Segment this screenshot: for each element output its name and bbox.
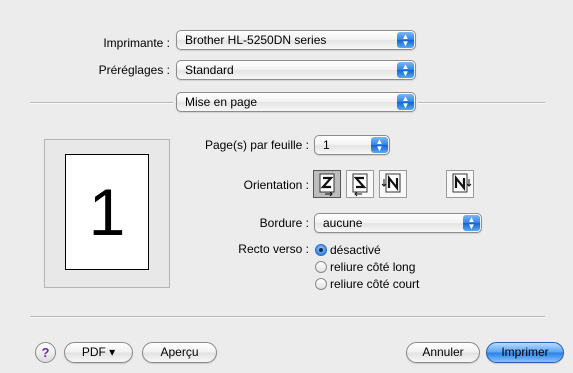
duplex-option-long-edge[interactable]: reliure côté long — [315, 260, 415, 276]
border-value: aucune — [323, 216, 363, 230]
print-button[interactable]: Imprimer — [486, 342, 564, 363]
help-button[interactable]: ? — [35, 342, 56, 363]
page-preview: 1 — [44, 139, 170, 288]
duplex-option-label: reliure côté court — [330, 277, 420, 291]
pages-per-sheet-popup[interactable]: 1 ▲ ▼ — [314, 135, 390, 155]
radio-icon[interactable] — [315, 261, 327, 273]
popup-arrows-icon: ▲ ▼ — [397, 94, 414, 110]
duplex-option-short-edge[interactable]: reliure côté court — [315, 277, 419, 293]
popup-arrows-icon: ▲ ▼ — [397, 32, 414, 48]
popup-arrows-icon: ▲ ▼ — [371, 137, 388, 153]
presets-popup[interactable]: Standard ▲ ▼ — [176, 60, 416, 80]
presets-value: Standard — [185, 63, 234, 77]
pages-per-sheet-label: Page(s) par feuille : — [204, 138, 309, 152]
popup-arrows-icon: ▲ ▼ — [463, 215, 480, 231]
radio-selected-icon[interactable] — [315, 244, 327, 256]
cancel-button[interactable]: Annuler — [406, 342, 480, 363]
orientation-n-bottom-top[interactable] — [446, 170, 474, 198]
preview-page: 1 — [65, 154, 149, 270]
layout-s-icon — [352, 173, 368, 197]
layout-z-icon — [319, 173, 335, 197]
orientation-label: Orientation : — [243, 178, 309, 192]
layout-n-icon — [452, 173, 472, 193]
printer-value: Brother HL-5250DN series — [185, 33, 327, 47]
separator-right — [418, 102, 545, 104]
printer-popup[interactable]: Brother HL-5250DN series ▲ ▼ — [176, 30, 416, 50]
orientation-n-top-bottom[interactable] — [379, 170, 407, 198]
separator-bottom — [30, 316, 545, 318]
section-value: Mise en page — [185, 95, 258, 109]
duplex-option-label: désactivé — [330, 243, 381, 257]
popup-arrows-icon: ▲ ▼ — [397, 62, 414, 78]
duplex-label: Recto verso : — [238, 242, 309, 256]
separator-left — [30, 102, 173, 104]
pdf-button[interactable]: PDF ▾ — [64, 342, 133, 363]
border-popup[interactable]: aucune ▲ ▼ — [314, 213, 482, 233]
pages-per-sheet-value: 1 — [323, 138, 330, 152]
layout-n-reversed-icon — [381, 173, 401, 193]
duplex-option-off[interactable]: désactivé — [315, 243, 381, 259]
preview-button[interactable]: Aperçu — [142, 342, 217, 363]
orientation-s-right-left[interactable] — [346, 170, 374, 198]
duplex-option-label: reliure côté long — [330, 260, 416, 274]
printer-label: Imprimante : — [103, 36, 170, 50]
section-popup[interactable]: Mise en page ▲ ▼ — [176, 92, 416, 112]
orientation-z-left-right[interactable] — [313, 170, 341, 198]
presets-label: Préréglages : — [98, 63, 170, 77]
radio-icon[interactable] — [315, 278, 327, 290]
border-label: Bordure : — [259, 216, 309, 230]
